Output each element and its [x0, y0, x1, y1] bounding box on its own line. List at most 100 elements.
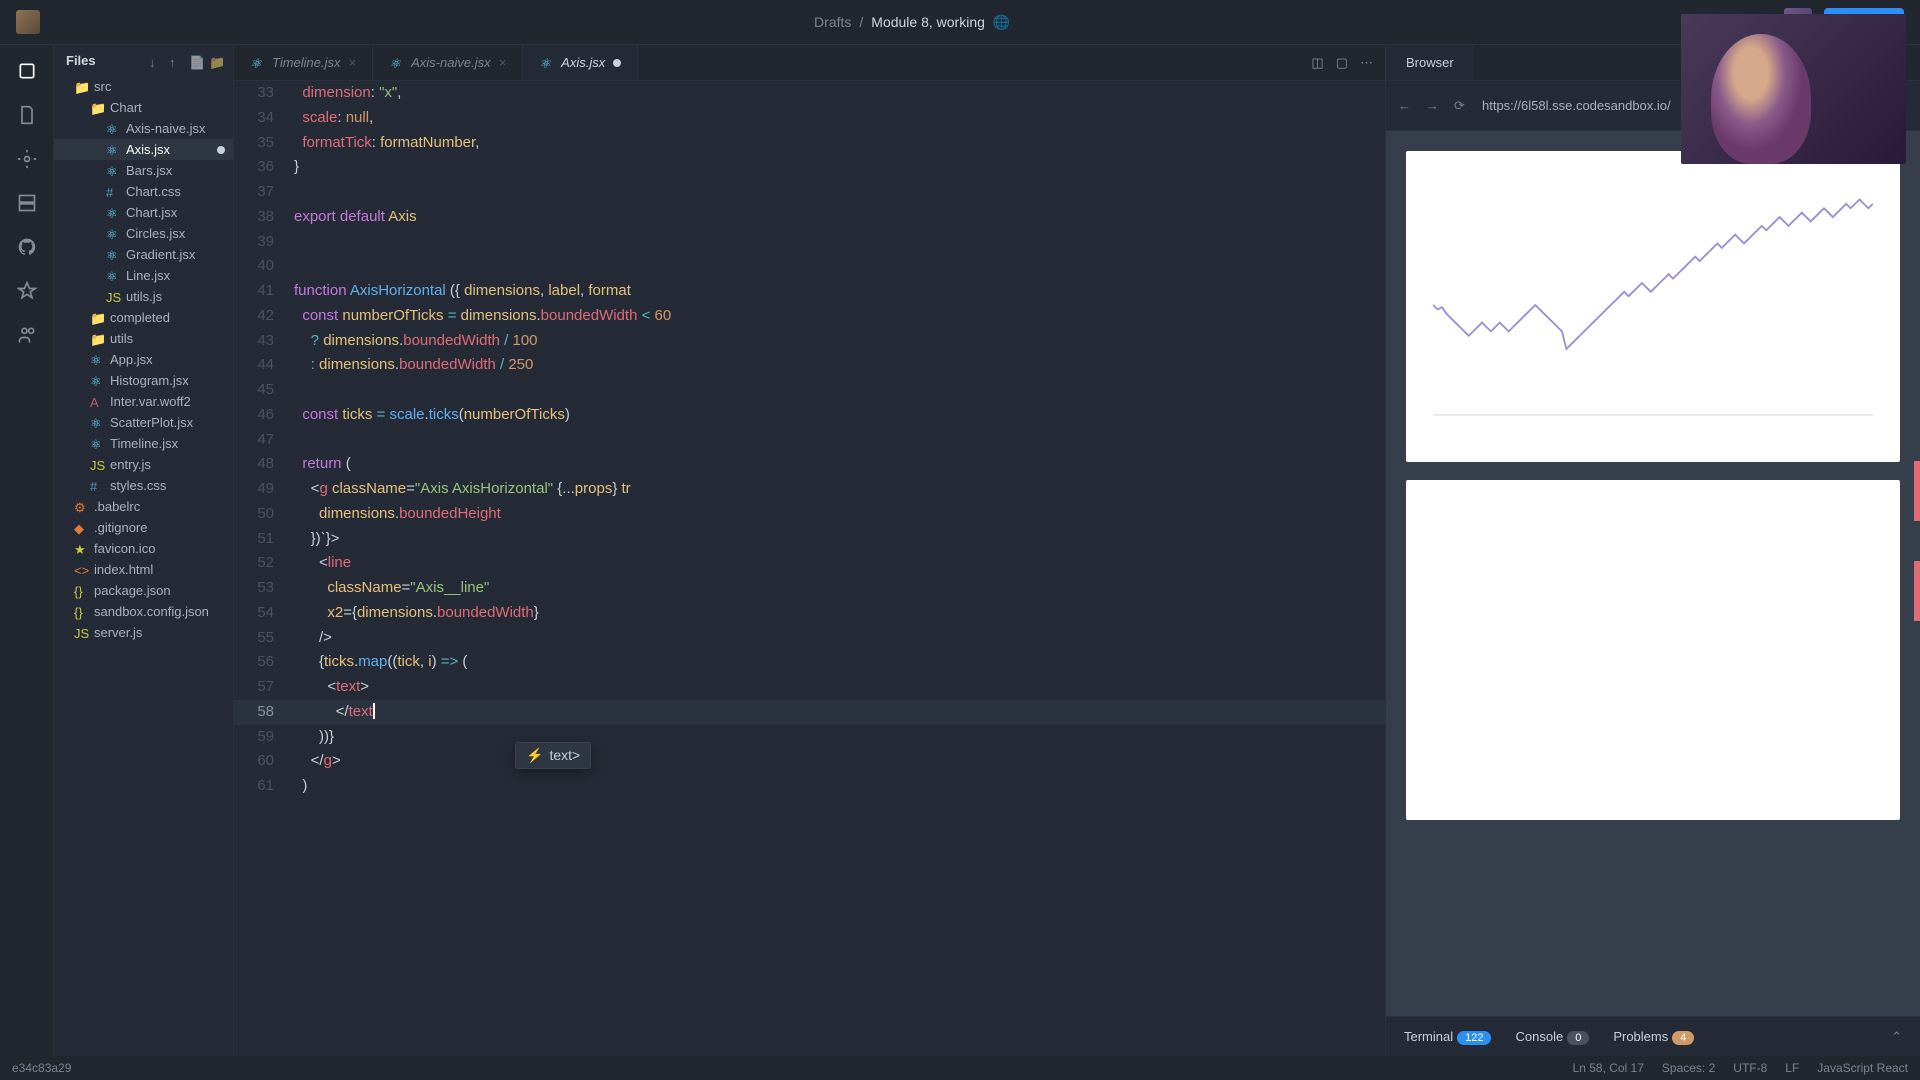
file-entry.js[interactable]: JSentry.js [54, 454, 233, 475]
file-sandbox.config.json[interactable]: {}sandbox.config.json [54, 601, 233, 622]
file-Chart.jsx[interactable]: ⚛Chart.jsx [54, 202, 233, 223]
code-editor[interactable]: 33 dimension: "x",34 scale: null,35 form… [234, 81, 1385, 1056]
code-line-55[interactable]: 55 /> [234, 626, 1385, 651]
file-Axis.jsx[interactable]: ⚛Axis.jsx [54, 139, 233, 160]
split-icon[interactable]: ◫ [1311, 55, 1323, 71]
more-icon[interactable]: ⋯ [1360, 55, 1373, 71]
file-server.js[interactable]: JSserver.js [54, 622, 233, 643]
tab-Axis-naive.jsx[interactable]: ⚛Axis-naive.jsx× [373, 45, 523, 80]
file-label: App.jsx [110, 352, 153, 367]
close-icon[interactable]: × [499, 55, 507, 70]
code-line-40[interactable]: 40 [234, 254, 1385, 279]
file-.gitignore[interactable]: ◆.gitignore [54, 517, 233, 538]
download-icon[interactable]: ↓ [149, 55, 161, 67]
code-line-50[interactable]: 50 dimensions.boundedHeight [234, 502, 1385, 527]
terminal-tab[interactable]: Terminal122 [1404, 1029, 1491, 1044]
code-line-41[interactable]: 41function AxisHorizontal ({ dimensions,… [234, 279, 1385, 304]
code-line-43[interactable]: 43 ? dimensions.boundedWidth / 100 [234, 329, 1385, 354]
code-line-33[interactable]: 33 dimension: "x", [234, 81, 1385, 106]
code-line-39[interactable]: 39 [234, 230, 1385, 255]
file-index.html[interactable]: <>index.html [54, 559, 233, 580]
file-styles.css[interactable]: #styles.css [54, 475, 233, 496]
forward-icon[interactable]: → [1426, 98, 1442, 114]
problems-tab[interactable]: Problems4 [1613, 1029, 1694, 1044]
code-line-45[interactable]: 45 [234, 378, 1385, 403]
live-icon[interactable] [17, 325, 37, 345]
code-line-59[interactable]: 59 ))} [234, 725, 1385, 750]
chevron-up-icon[interactable]: ⌃ [1891, 1029, 1902, 1045]
github-icon[interactable] [17, 237, 37, 257]
autocomplete-popup[interactable]: ⚡text> [515, 742, 591, 769]
code-line-44[interactable]: 44 : dimensions.boundedWidth / 250 [234, 353, 1385, 378]
new-file-icon[interactable]: 📄 [189, 55, 201, 67]
code-line-38[interactable]: 38export default Axis [234, 205, 1385, 230]
file-Bars.jsx[interactable]: ⚛Bars.jsx [54, 160, 233, 181]
code-line-35[interactable]: 35 formatTick: formatNumber, [234, 131, 1385, 156]
eol[interactable]: LF [1785, 1061, 1799, 1075]
code-line-53[interactable]: 53 className="Axis__line" [234, 576, 1385, 601]
preview-icon[interactable]: ▢ [1336, 55, 1348, 71]
folder-completed[interactable]: 📁completed [54, 307, 233, 328]
gutter: 60 [234, 749, 294, 774]
deploy-icon[interactable] [17, 281, 37, 301]
upload-icon[interactable]: ↑ [169, 55, 181, 67]
code-line-36[interactable]: 36} [234, 155, 1385, 180]
file-.babelrc[interactable]: ⚙.babelrc [54, 496, 233, 517]
logo[interactable] [16, 10, 40, 34]
console-tab[interactable]: Console0 [1515, 1029, 1589, 1044]
breadcrumb-current[interactable]: Module 8, working [871, 14, 985, 30]
browser-tab[interactable]: Browser [1386, 45, 1474, 80]
code-line-51[interactable]: 51 })`}> [234, 527, 1385, 552]
code-line-54[interactable]: 54 x2={dimensions.boundedWidth} [234, 601, 1385, 626]
server-icon[interactable] [17, 193, 37, 213]
code-line-48[interactable]: 48 return ( [234, 452, 1385, 477]
file-Inter.var.woff2[interactable]: AInter.var.woff2 [54, 391, 233, 412]
file-utils.js[interactable]: JSutils.js [54, 286, 233, 307]
file-icon[interactable] [17, 105, 37, 125]
code-line-49[interactable]: 49 <g className="Axis AxisHorizontal" {.… [234, 477, 1385, 502]
new-folder-icon[interactable]: 📁 [209, 55, 221, 67]
code-line-58[interactable]: 58 </text [234, 700, 1385, 725]
back-icon[interactable]: ← [1398, 98, 1414, 114]
file-Timeline.jsx[interactable]: ⚛Timeline.jsx [54, 433, 233, 454]
settings-icon[interactable] [17, 149, 37, 169]
git-sha[interactable]: e34c83a29 [12, 1061, 71, 1075]
code-line-46[interactable]: 46 const ticks = scale.ticks(numberOfTic… [234, 403, 1385, 428]
file-Gradient.jsx[interactable]: ⚛Gradient.jsx [54, 244, 233, 265]
explorer-icon[interactable] [17, 61, 37, 81]
file-label: utils.js [126, 289, 162, 304]
file-App.jsx[interactable]: ⚛App.jsx [54, 349, 233, 370]
folder-Chart[interactable]: 📁Chart [54, 97, 233, 118]
code-line-37[interactable]: 37 [234, 180, 1385, 205]
code-line-42[interactable]: 42 const numberOfTicks = dimensions.boun… [234, 304, 1385, 329]
code-line-56[interactable]: 56 {ticks.map((tick, i) => ( [234, 650, 1385, 675]
file-ScatterPlot.jsx[interactable]: ⚛ScatterPlot.jsx [54, 412, 233, 433]
code-text: x2={dimensions.boundedWidth} [294, 601, 1385, 626]
file-Chart.css[interactable]: #Chart.css [54, 181, 233, 202]
tab-Axis.jsx[interactable]: ⚛Axis.jsx [523, 45, 638, 80]
tab-Timeline.jsx[interactable]: ⚛Timeline.jsx× [234, 45, 373, 80]
file-label: server.js [94, 625, 142, 640]
code-line-52[interactable]: 52 <line [234, 551, 1385, 576]
file-Line.jsx[interactable]: ⚛Line.jsx [54, 265, 233, 286]
code-line-57[interactable]: 57 <text> [234, 675, 1385, 700]
reload-icon[interactable]: ⟳ [1454, 98, 1470, 114]
encoding[interactable]: UTF-8 [1733, 1061, 1767, 1075]
breadcrumb-drafts[interactable]: Drafts [814, 14, 851, 30]
code-line-47[interactable]: 47 [234, 428, 1385, 453]
folder-utils[interactable]: 📁utils [54, 328, 233, 349]
file-Circles.jsx[interactable]: ⚛Circles.jsx [54, 223, 233, 244]
file-package.json[interactable]: {}package.json [54, 580, 233, 601]
code-line-60[interactable]: 60 </g> [234, 749, 1385, 774]
close-icon[interactable]: × [349, 55, 357, 70]
code-line-34[interactable]: 34 scale: null, [234, 106, 1385, 131]
file-favicon.ico[interactable]: ★favicon.ico [54, 538, 233, 559]
code-text: const ticks = scale.ticks(numberOfTicks) [294, 403, 1385, 428]
lang-mode[interactable]: JavaScript React [1817, 1061, 1908, 1075]
file-Histogram.jsx[interactable]: ⚛Histogram.jsx [54, 370, 233, 391]
indent[interactable]: Spaces: 2 [1662, 1061, 1715, 1075]
cursor-pos[interactable]: Ln 58, Col 17 [1573, 1061, 1644, 1075]
code-line-61[interactable]: 61 ) [234, 774, 1385, 799]
folder-src[interactable]: 📁src [54, 76, 233, 97]
file-Axis-naive.jsx[interactable]: ⚛Axis-naive.jsx [54, 118, 233, 139]
